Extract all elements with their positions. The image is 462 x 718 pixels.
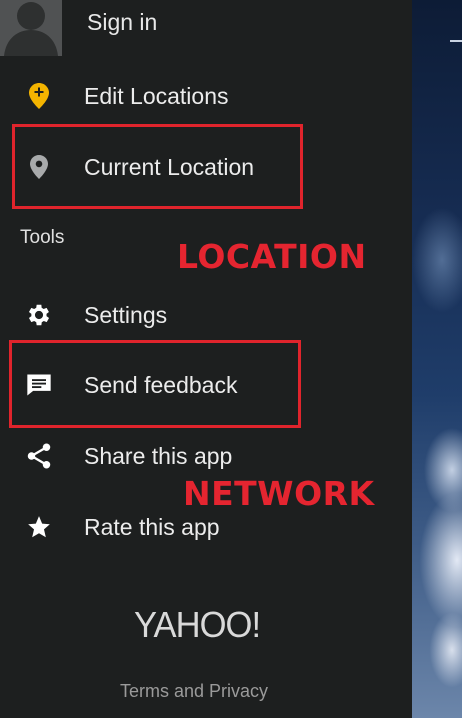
highlight-box-send-feedback <box>9 340 301 428</box>
annotation-location: LOCATION <box>177 237 367 276</box>
user-silhouette-icon <box>0 0 62 56</box>
yahoo-logo: YAHOO! <box>134 604 261 645</box>
sign-in-link[interactable]: Sign in <box>87 9 157 36</box>
menu-item-settings[interactable]: Settings <box>0 290 300 340</box>
pin-add-icon <box>22 79 56 113</box>
menu-item-label: Share this app <box>84 442 233 469</box>
terms-and-privacy-link[interactable]: Terms and Privacy <box>120 681 268 702</box>
menu-item-label: Settings <box>84 301 168 328</box>
avatar[interactable] <box>0 0 62 56</box>
share-icon <box>22 439 56 473</box>
app-screen: Sign in Edit Locations Current Location <box>0 0 462 718</box>
tools-section-header: Tools <box>20 227 65 248</box>
menu-item-rate-app[interactable]: Rate this app <box>0 502 300 552</box>
background-sky-image <box>412 0 462 718</box>
navigation-drawer: Sign in Edit Locations Current Location <box>0 0 412 718</box>
menu-item-edit-locations[interactable]: Edit Locations <box>0 71 300 121</box>
menu-item-label: Rate this app <box>84 513 220 540</box>
menu-item-label: Edit Locations <box>84 82 229 109</box>
gear-icon <box>22 298 56 332</box>
star-icon <box>22 510 56 544</box>
highlight-box-current-location <box>12 124 303 209</box>
background-divider <box>450 40 462 42</box>
